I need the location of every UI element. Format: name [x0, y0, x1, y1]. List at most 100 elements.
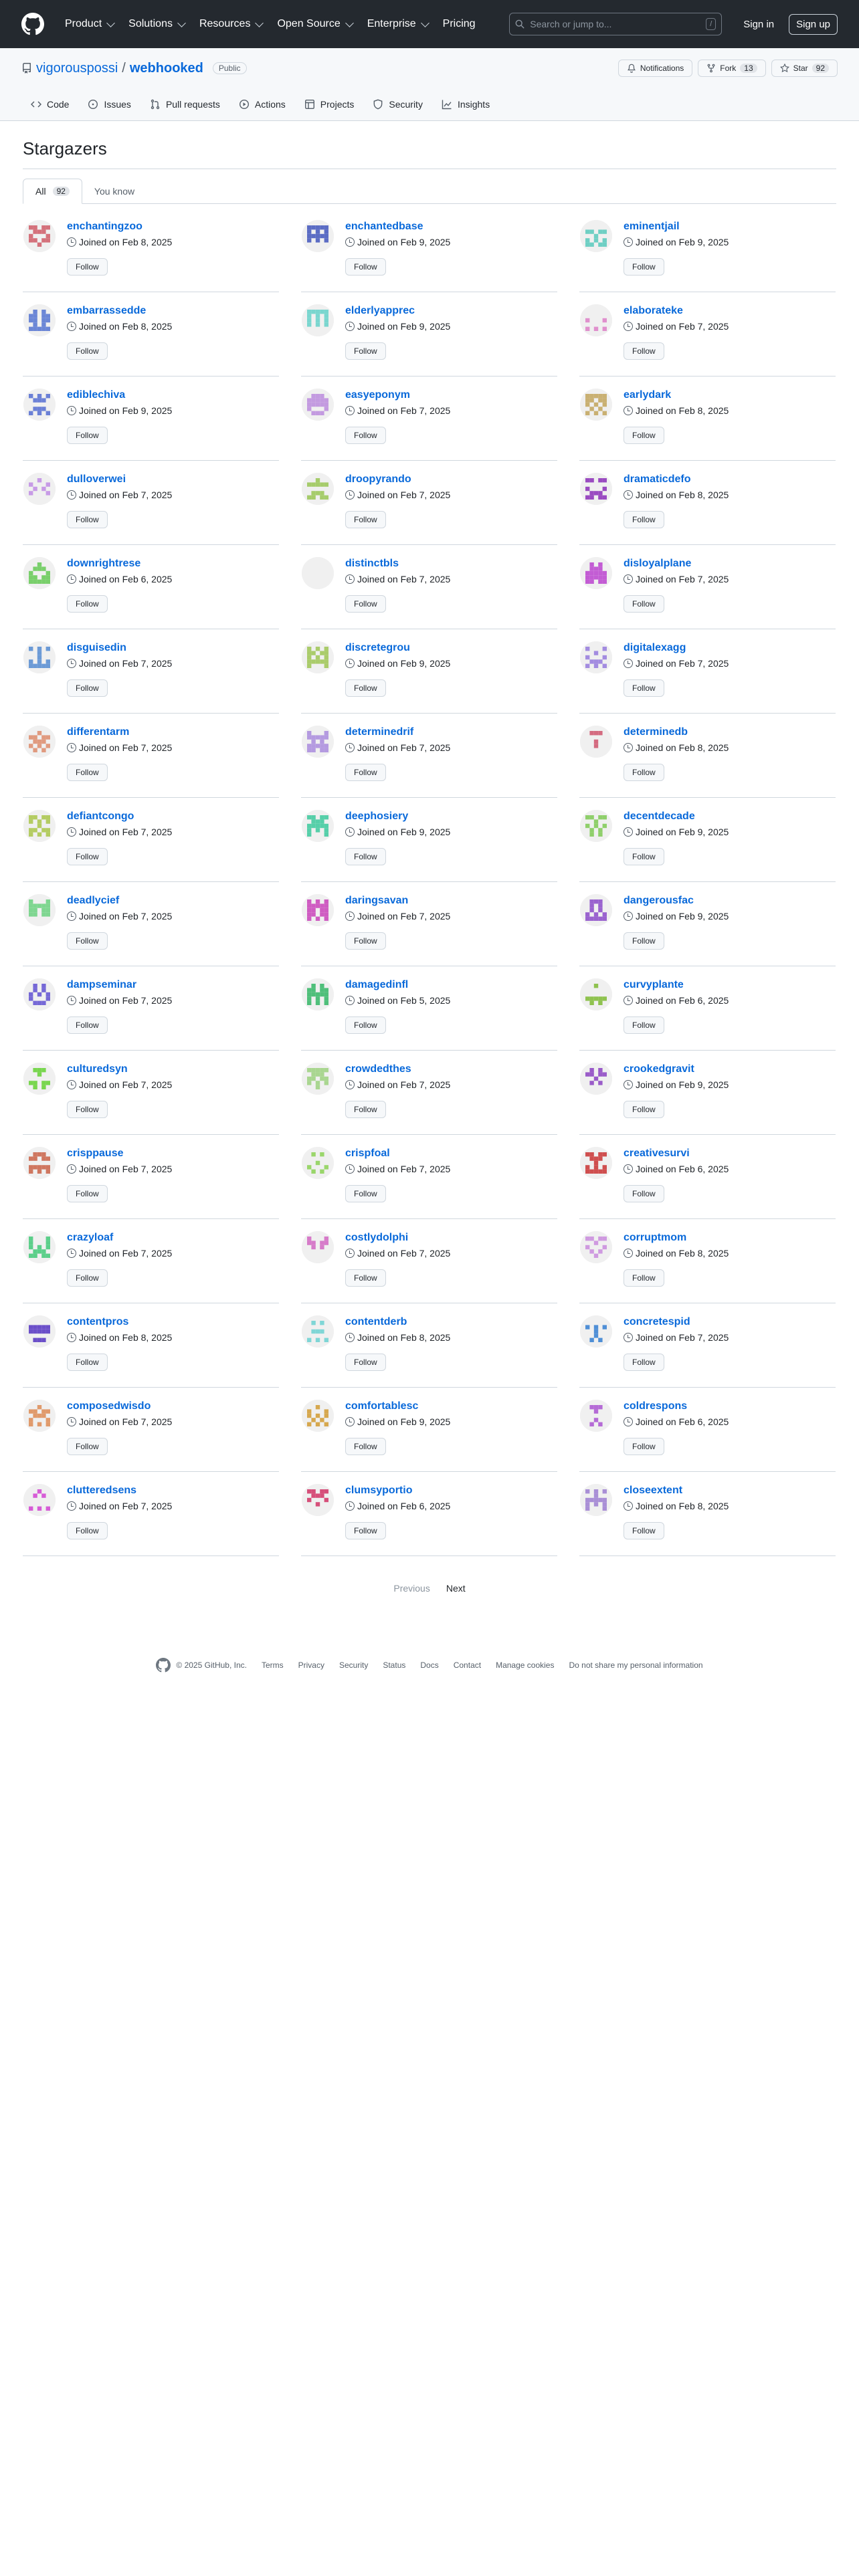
fork-button[interactable]: Fork 13 [698, 60, 766, 77]
username-link[interactable]: corruptmom [624, 1232, 686, 1243]
avatar[interactable] [302, 220, 334, 252]
username-link[interactable]: creativesurvi [624, 1148, 690, 1159]
username-link[interactable]: dampseminar [67, 979, 136, 990]
username-link[interactable]: enchantedbase [345, 221, 423, 232]
footer-link-docs[interactable]: Docs [420, 1660, 438, 1670]
avatar[interactable] [23, 1063, 56, 1095]
follow-button[interactable]: Follow [67, 1016, 108, 1034]
tab-pull-requests[interactable]: Pull requests [140, 99, 229, 120]
username-link[interactable]: differentarm [67, 726, 129, 738]
follow-button[interactable]: Follow [345, 1522, 386, 1539]
follow-button[interactable]: Follow [624, 427, 664, 444]
follow-button[interactable]: Follow [67, 342, 108, 360]
avatar[interactable] [302, 641, 334, 673]
username-link[interactable]: contentderb [345, 1316, 407, 1327]
avatar[interactable] [580, 557, 612, 589]
follow-button[interactable]: Follow [345, 1438, 386, 1455]
follow-button[interactable]: Follow [67, 595, 108, 613]
nav-solutions[interactable]: Solutions [121, 18, 192, 30]
avatar[interactable] [23, 389, 56, 421]
avatar[interactable] [23, 473, 56, 505]
username-link[interactable]: clumsyportio [345, 1485, 412, 1496]
avatar[interactable] [302, 978, 334, 1010]
tab-actions[interactable]: Actions [229, 99, 295, 120]
avatar[interactable] [580, 304, 612, 336]
tab-code[interactable]: Code [21, 99, 78, 120]
subtab-all[interactable]: All 92 [23, 179, 82, 204]
avatar[interactable] [23, 304, 56, 336]
username-link[interactable]: crookedgravit [624, 1063, 694, 1075]
avatar[interactable] [302, 726, 334, 758]
avatar[interactable] [302, 389, 334, 421]
username-link[interactable]: digitalexagg [624, 642, 686, 653]
username-link[interactable]: dulloverwei [67, 473, 126, 485]
follow-button[interactable]: Follow [624, 679, 664, 697]
username-link[interactable]: defiantcongo [67, 811, 134, 822]
follow-button[interactable]: Follow [67, 1522, 108, 1539]
nav-open-source[interactable]: Open Source [270, 18, 359, 30]
follow-button[interactable]: Follow [624, 258, 664, 276]
footer-link-status[interactable]: Status [383, 1660, 405, 1670]
tab-insights[interactable]: Insights [432, 99, 499, 120]
username-link[interactable]: daringsavan [345, 895, 408, 906]
avatar[interactable] [580, 1400, 612, 1432]
avatar[interactable] [302, 473, 334, 505]
tab-security[interactable]: Security [363, 99, 432, 120]
follow-button[interactable]: Follow [345, 595, 386, 613]
username-link[interactable]: elaborateke [624, 305, 683, 316]
tab-issues[interactable]: Issues [78, 99, 140, 120]
follow-button[interactable]: Follow [345, 1185, 386, 1202]
username-link[interactable]: disguisedin [67, 642, 126, 653]
nav-pricing[interactable]: Pricing [436, 18, 483, 30]
username-link[interactable]: coldrespons [624, 1400, 687, 1412]
avatar[interactable] [302, 810, 334, 842]
username-link[interactable]: composedwisdo [67, 1400, 151, 1412]
avatar[interactable] [580, 1484, 612, 1516]
avatar[interactable] [580, 1315, 612, 1348]
username-link[interactable]: earlydark [624, 389, 671, 401]
avatar[interactable] [23, 1484, 56, 1516]
follow-button[interactable]: Follow [624, 1354, 664, 1371]
follow-button[interactable]: Follow [345, 1269, 386, 1287]
previous-page-button[interactable]: Previous [393, 1583, 430, 1594]
avatar[interactable] [23, 557, 56, 589]
follow-button[interactable]: Follow [67, 1101, 108, 1118]
avatar[interactable] [302, 1231, 334, 1263]
username-link[interactable]: crowdedthes [345, 1063, 411, 1075]
avatar[interactable] [580, 220, 612, 252]
sign-up-button[interactable]: Sign up [789, 13, 838, 35]
footer-link-do-not-share-my-personal-information[interactable]: Do not share my personal information [569, 1660, 702, 1670]
username-link[interactable]: droopyrando [345, 473, 411, 485]
username-link[interactable]: dramaticdefo [624, 473, 690, 485]
follow-button[interactable]: Follow [67, 1185, 108, 1202]
username-link[interactable]: disloyalplane [624, 558, 691, 569]
sign-in-link[interactable]: Sign in [733, 19, 785, 30]
notifications-button[interactable]: Notifications [617, 60, 693, 77]
avatar[interactable] [580, 1231, 612, 1263]
follow-button[interactable]: Follow [67, 1269, 108, 1287]
footer-link-manage-cookies[interactable]: Manage cookies [496, 1660, 554, 1670]
footer-link-privacy[interactable]: Privacy [298, 1660, 324, 1670]
follow-button[interactable]: Follow [345, 1354, 386, 1371]
follow-button[interactable]: Follow [624, 764, 664, 781]
star-button[interactable]: Star 92 [771, 60, 838, 77]
username-link[interactable]: costlydolphi [345, 1232, 408, 1243]
repo-name-link[interactable]: webhooked [130, 61, 203, 76]
follow-button[interactable]: Follow [345, 1101, 386, 1118]
avatar[interactable] [302, 1400, 334, 1432]
follow-button[interactable]: Follow [624, 1016, 664, 1034]
username-link[interactable]: elderlyapprec [345, 305, 415, 316]
username-link[interactable]: concretespid [624, 1316, 690, 1327]
follow-button[interactable]: Follow [624, 1522, 664, 1539]
footer-link-terms[interactable]: Terms [262, 1660, 284, 1670]
follow-button[interactable]: Follow [67, 848, 108, 865]
follow-button[interactable]: Follow [67, 511, 108, 528]
username-link[interactable]: clutteredsens [67, 1485, 136, 1496]
username-link[interactable]: determinedrif [345, 726, 413, 738]
avatar[interactable] [302, 1315, 334, 1348]
footer-link-contact[interactable]: Contact [454, 1660, 481, 1670]
repo-owner-link[interactable]: vigorouspossi [36, 61, 118, 76]
avatar[interactable] [302, 1484, 334, 1516]
follow-button[interactable]: Follow [67, 764, 108, 781]
nav-product[interactable]: Product [58, 18, 121, 30]
